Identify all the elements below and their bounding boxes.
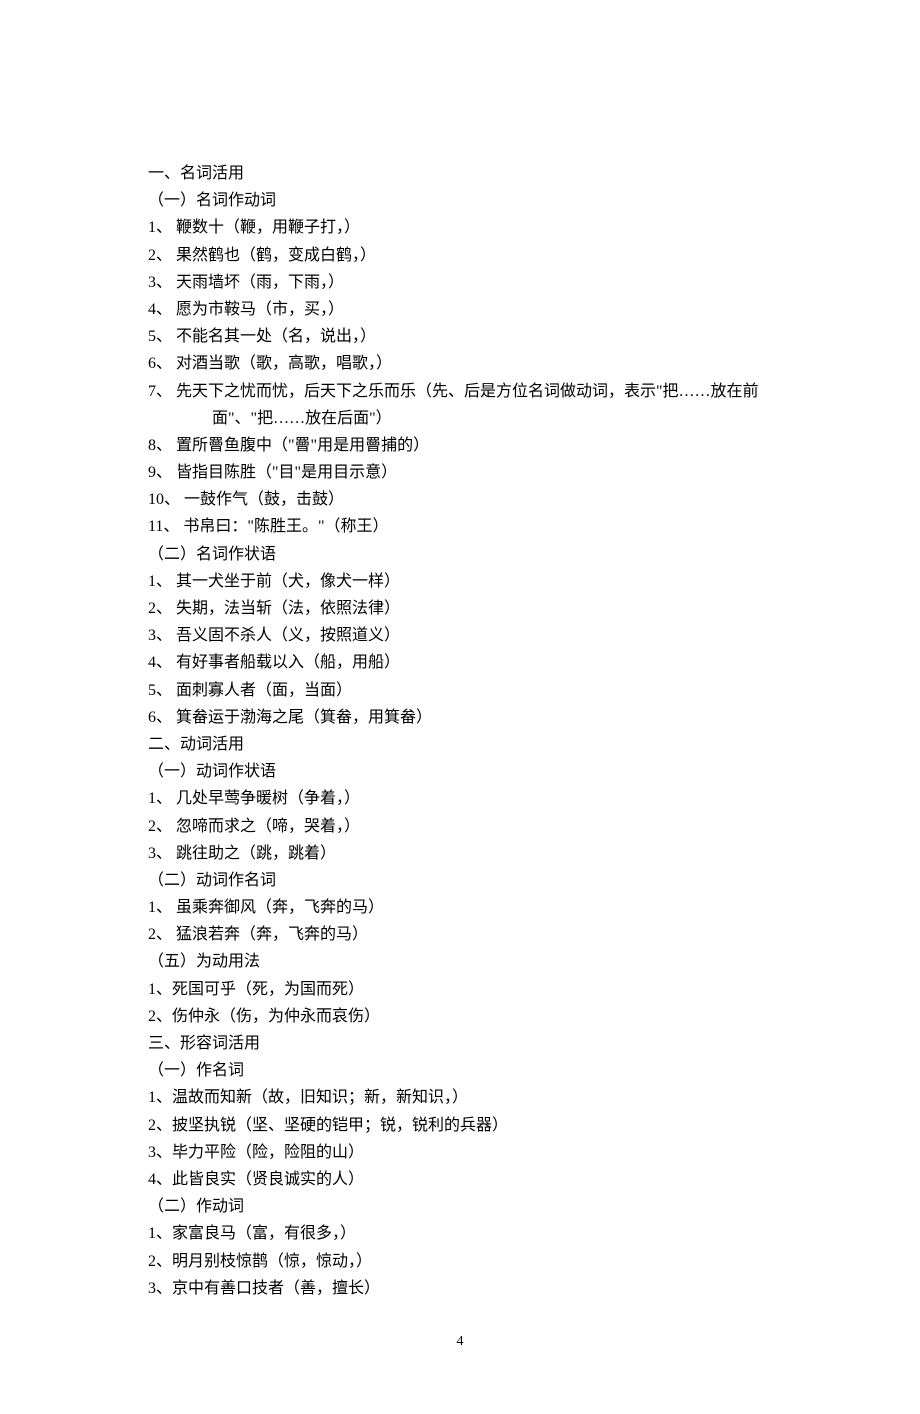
text-line: 二、动词活用 (148, 731, 772, 758)
text-line: （五）为动用法 (148, 948, 772, 975)
text-line: 1、死国可乎（死，为国而死） (148, 976, 772, 1003)
text-line: 5、 面刺寡人者（面，当面） (148, 677, 772, 704)
text-line: 3、 天雨墙坏（雨，下雨，） (148, 269, 772, 296)
text-line: 3、京中有善口技者（善，擅长） (148, 1275, 772, 1302)
text-line: 4、此皆良实（贤良诚实的人） (148, 1166, 772, 1193)
text-line: 8、 置所罾鱼腹中（"罾"用是用罾捕的） (148, 432, 772, 459)
text-line: 1、 几处早莺争暖树（争着，） (148, 785, 772, 812)
text-line: 2、披坚执锐（坚、坚硬的铠甲；锐，锐利的兵器） (148, 1112, 772, 1139)
text-line: 3、 吾义固不杀人（义，按照道义） (148, 622, 772, 649)
text-line: （二）名词作状语 (148, 541, 772, 568)
text-line: （一）动词作状语 (148, 758, 772, 785)
text-line: （一）名词作动词 (148, 187, 772, 214)
text-line: 5、 不能名其一处（名，说出，） (148, 323, 772, 350)
text-line: 2、 猛浪若奔（奔，飞奔的马） (148, 921, 772, 948)
text-line: （二）动词作名词 (148, 867, 772, 894)
text-line: 3、 跳往助之（跳，跳着） (148, 840, 772, 867)
text-line: 2、 果然鹤也（鹤，变成白鹤，） (148, 242, 772, 269)
text-line: 3、毕力平险（险，险阻的山） (148, 1139, 772, 1166)
text-line: 11、 书帛曰："陈胜王。"（称王） (148, 513, 772, 540)
text-line: 2、伤仲永（伤，为仲永而哀伤） (148, 1003, 772, 1030)
document-page: 一、名词活用（一）名词作动词1、 鞭数十（鞭，用鞭子打，）2、 果然鹤也（鹤，变… (0, 0, 920, 1414)
text-line: 1、 虽乘奔御风（奔，飞奔的马） (148, 894, 772, 921)
text-line: 6、 箕畚运于渤海之尾（箕畚，用箕畚） (148, 704, 772, 731)
text-line: 6、 对酒当歌（歌，高歌，唱歌，） (148, 350, 772, 377)
text-line: 2、明月别枝惊鹊（惊，惊动，） (148, 1248, 772, 1275)
text-line: 2、 忽啼而求之（啼，哭着，） (148, 813, 772, 840)
text-line: 4、 有好事者船载以入（船，用船） (148, 649, 772, 676)
text-line: （一）作名词 (148, 1057, 772, 1084)
page-number: 4 (148, 1330, 772, 1354)
text-line: 2、 失期，法当斩（法，依照法律） (148, 595, 772, 622)
text-line: 三、形容词活用 (148, 1030, 772, 1057)
text-line: （二）作动词 (148, 1193, 772, 1220)
text-line: 面"、"把……放在后面"） (148, 405, 772, 432)
document-content: 一、名词活用（一）名词作动词1、 鞭数十（鞭，用鞭子打，）2、 果然鹤也（鹤，变… (148, 160, 772, 1302)
text-line: 7、 先天下之忧而忧，后天下之乐而乐（先、后是方位名词做动词，表示"把……放在前 (148, 378, 772, 405)
text-line: 1、 其一犬坐于前（犬，像犬一样） (148, 568, 772, 595)
text-line: 1、 鞭数十（鞭，用鞭子打，） (148, 214, 772, 241)
text-line: 10、 一鼓作气（鼓，击鼓） (148, 486, 772, 513)
text-line: 4、 愿为市鞍马（市，买，） (148, 296, 772, 323)
text-line: 一、名词活用 (148, 160, 772, 187)
text-line: 1、家富良马（富，有很多，） (148, 1220, 772, 1247)
text-line: 9、 皆指目陈胜（"目"是用目示意） (148, 459, 772, 486)
text-line: 1、温故而知新（故，旧知识；新，新知识，） (148, 1084, 772, 1111)
